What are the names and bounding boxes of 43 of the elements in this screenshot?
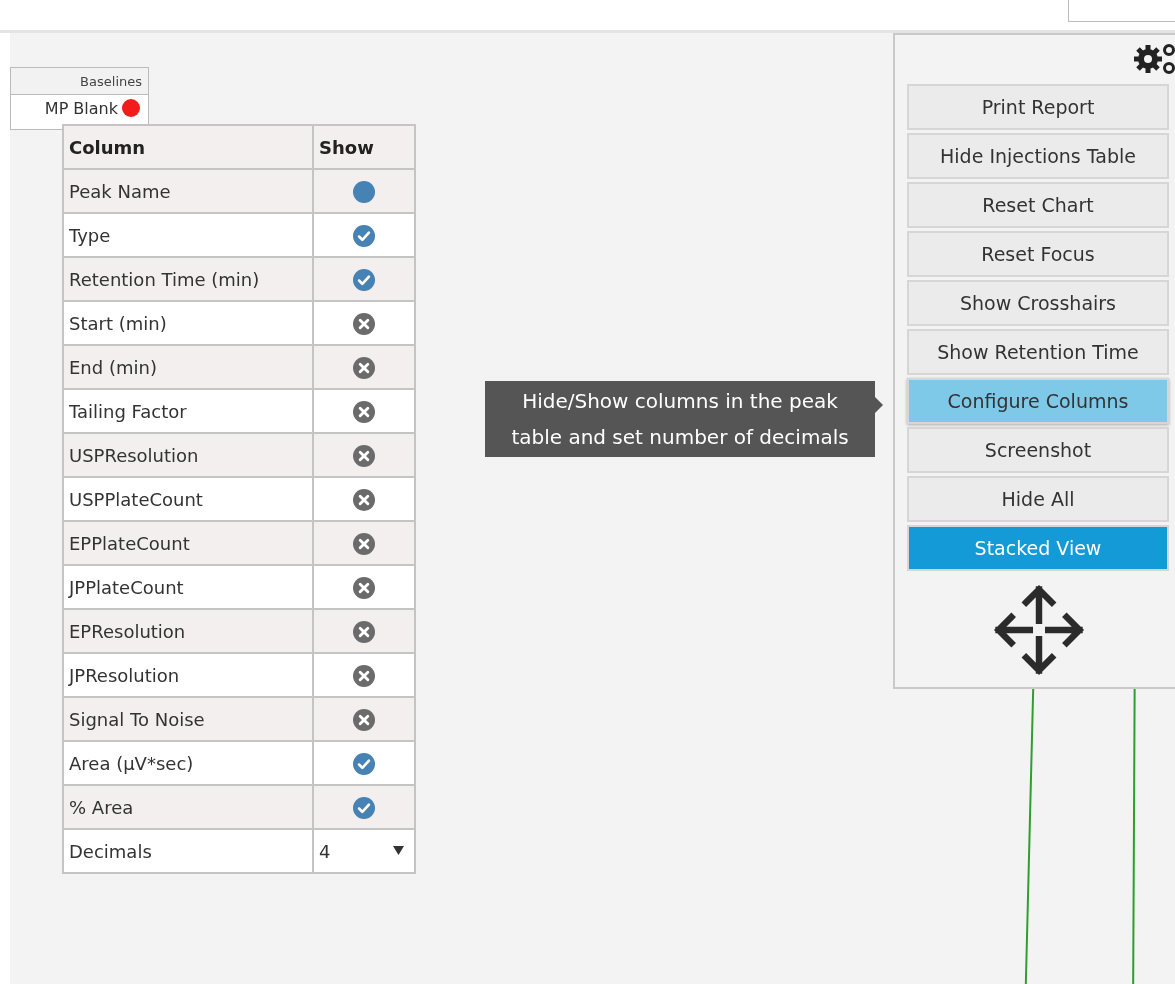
toolbar-button[interactable]: Hide Injections Table (907, 133, 1169, 179)
number-field[interactable] (1068, 0, 1175, 22)
close-icon[interactable] (353, 664, 375, 687)
table-cell: Decimals (63, 829, 313, 873)
table-cell: % Area (63, 785, 313, 829)
column-header: Column (63, 125, 313, 169)
toolbar-button[interactable]: Show Crosshairs (907, 280, 1169, 326)
toolbar-button[interactable]: Reset Focus (907, 231, 1169, 277)
close-icon[interactable] (353, 444, 375, 467)
close-icon[interactable] (353, 620, 375, 643)
table-cell: Peak Name (63, 169, 313, 213)
check-icon[interactable] (353, 752, 375, 775)
check-icon[interactable] (353, 796, 375, 819)
tooltip-pointer (875, 397, 883, 413)
status-dot (122, 99, 140, 117)
caret-icon (393, 846, 404, 855)
close-icon[interactable] (353, 312, 375, 335)
close-icon[interactable] (353, 532, 375, 555)
toolbar-button[interactable]: Show Retention Time (907, 329, 1169, 375)
table-cell: End (min) (63, 345, 313, 389)
move-icon[interactable] (993, 584, 1085, 676)
table-cell: EPResolution (63, 609, 313, 653)
settings-icon[interactable] (1133, 41, 1175, 77)
table-cell: EPPlateCount (63, 521, 313, 565)
toolbar-button[interactable]: Configure Columns (907, 378, 1169, 424)
check-icon[interactable] (353, 268, 375, 291)
table-cell: Signal To Noise (63, 697, 313, 741)
toolbar-button[interactable]: Screenshot (907, 427, 1169, 473)
toolbar-button[interactable]: Reset Chart (907, 182, 1169, 228)
close-icon[interactable] (353, 356, 375, 379)
close-icon[interactable] (353, 488, 375, 511)
column-header: Baselines (80, 73, 142, 89)
decimals-dropdown[interactable]: 4 (313, 829, 415, 873)
check-icon[interactable] (353, 224, 375, 247)
table-cell: Retention Time (min) (63, 257, 313, 301)
toolbar-button[interactable]: Print Report (907, 84, 1169, 130)
toolbar-button[interactable]: Hide All (907, 476, 1169, 522)
close-icon[interactable] (353, 708, 375, 731)
table-cell: USPResolution (63, 433, 313, 477)
tooltip: Hide/Show columns in the peak table and set number of decimals (485, 381, 875, 457)
table-cell: MP Blank (44, 99, 118, 118)
close-icon[interactable] (353, 400, 375, 423)
close-icon[interactable] (353, 576, 375, 599)
